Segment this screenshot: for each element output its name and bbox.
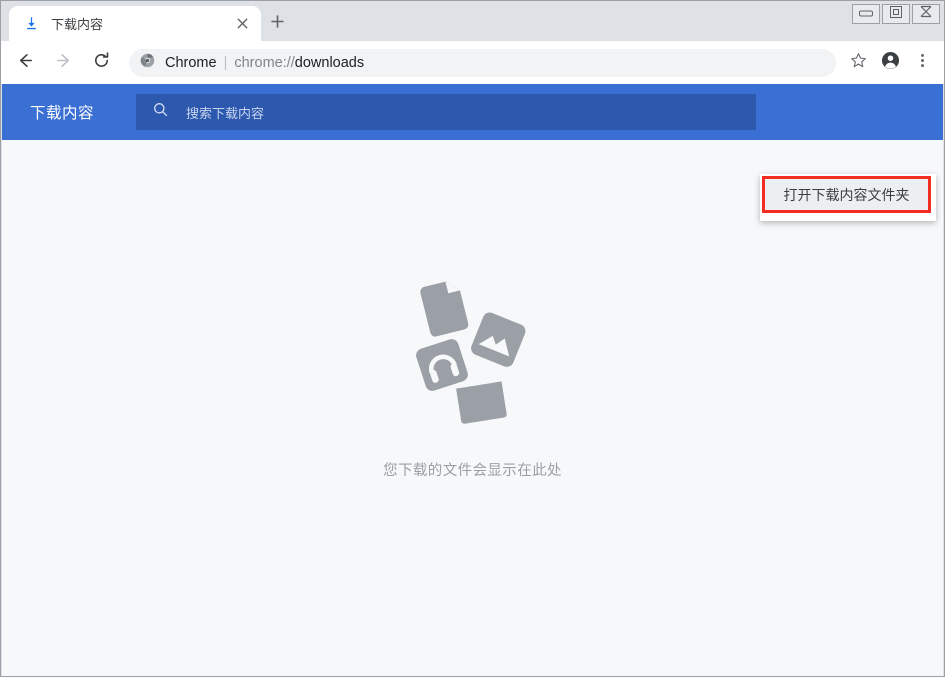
downloads-header: 下载内容 搜索下载内容 xyxy=(2,84,943,140)
downloads-page: 下载内容 搜索下载内容 打开下载内容文件夹 xyxy=(2,84,943,676)
address-bar[interactable]: Chrome | chrome://downloads xyxy=(129,49,836,77)
site-name: Chrome xyxy=(165,55,217,71)
browser-toolbar: Chrome | chrome://downloads xyxy=(1,41,945,84)
arrow-left-icon xyxy=(16,51,35,75)
browser-window: 下载内容 xyxy=(0,0,945,677)
audio-icon xyxy=(414,337,469,392)
empty-state-text: 您下载的文件会显示在此处 xyxy=(383,459,562,480)
search-icon xyxy=(152,101,169,123)
empty-state-illustration xyxy=(398,267,548,427)
star-icon xyxy=(850,52,867,74)
document-icon xyxy=(419,278,469,337)
url-scheme: chrome:// xyxy=(234,55,294,71)
plus-icon xyxy=(270,14,285,34)
window-controls xyxy=(852,4,940,24)
page-title: 下载内容 xyxy=(30,101,94,123)
profile-avatar-icon xyxy=(881,51,900,75)
search-input[interactable]: 搜索下载内容 xyxy=(136,94,756,130)
empty-state: 您下载的文件会显示在此处 xyxy=(2,140,943,676)
restore-icon xyxy=(889,5,903,24)
restore-button[interactable] xyxy=(882,4,910,24)
reload-icon xyxy=(92,51,111,75)
bookmark-star-button[interactable] xyxy=(844,49,872,77)
reload-button[interactable] xyxy=(87,49,115,77)
search-placeholder: 搜索下载内容 xyxy=(186,103,264,122)
image-icon xyxy=(468,310,527,369)
minimize-icon xyxy=(858,5,874,23)
new-tab-button[interactable] xyxy=(263,10,291,38)
tab-title: 下载内容 xyxy=(51,14,231,33)
address-bar-text: Chrome | chrome://downloads xyxy=(165,55,364,71)
close-icon xyxy=(919,5,933,23)
forward-button xyxy=(49,49,77,77)
close-icon[interactable] xyxy=(231,13,253,35)
back-button[interactable] xyxy=(11,49,39,77)
close-button[interactable] xyxy=(912,4,940,24)
chrome-menu-button[interactable] xyxy=(908,49,936,77)
url-host: downloads xyxy=(295,55,364,71)
chrome-logo-icon xyxy=(140,53,155,73)
download-icon xyxy=(23,15,40,32)
address-separator: | xyxy=(224,55,228,71)
three-dot-menu-icon xyxy=(914,52,931,74)
arrow-right-icon xyxy=(54,51,73,75)
profile-button[interactable] xyxy=(876,49,904,77)
tab-strip: 下载内容 xyxy=(1,1,945,41)
minimize-button[interactable] xyxy=(852,4,880,24)
tab-downloads[interactable]: 下载内容 xyxy=(9,6,261,41)
